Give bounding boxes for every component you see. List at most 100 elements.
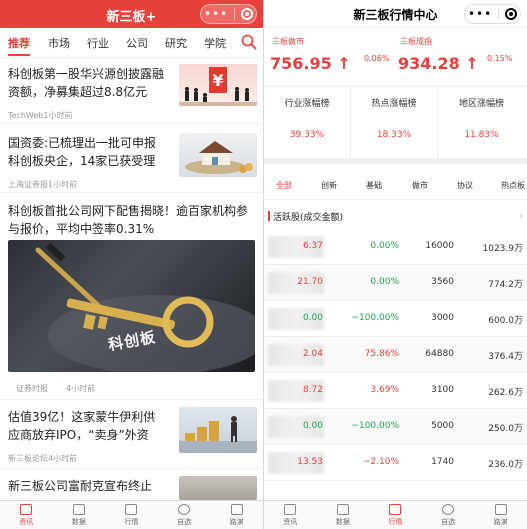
rank-hotspot[interactable]: 热点涨幅榜 18.33% — [351, 87, 438, 159]
news-headline-line-1: 国资委:已梳理出一批可申报 — [8, 136, 157, 150]
top-bar: 新三板行情中心 ••• — [264, 0, 527, 28]
tab-all[interactable]: 全部 — [276, 180, 292, 191]
tab-company[interactable]: 公司 — [126, 35, 148, 51]
nav-label: 自选 — [177, 517, 192, 526]
news-headline-line-1: 估值39亿！这家蒙牛伊利供 — [8, 410, 156, 424]
close-target-icon[interactable] — [505, 8, 518, 20]
tab-agreement[interactable]: 协议 — [457, 180, 473, 191]
nav-news[interactable]: 资讯 — [264, 501, 317, 529]
news-icon — [284, 503, 297, 515]
news-app-screen: 新三板+ ••• 推荐 市场 行业 公司 研究 学院 科创板第一股华兴源创披露融… — [0, 0, 263, 529]
data-icon — [72, 503, 85, 515]
data-icon — [336, 503, 349, 515]
stock-volume: 5000 — [431, 421, 454, 431]
tab-recommend[interactable]: 推荐 — [8, 35, 30, 51]
news-headline-line-2: 资额，净募集超过8.8亿元 — [8, 85, 148, 99]
businessman-coins-image — [179, 416, 257, 453]
stock-change: 0.00% — [370, 277, 399, 287]
stock-row[interactable]: 0.00 −100.00% 5000 250.0万 — [264, 409, 527, 445]
stock-row[interactable]: 13.53 −2.10% 1740 236.0万 — [264, 445, 527, 481]
news-item[interactable]: 科创板第一股华兴源创披露融 资额，净募集超过8.8亿元 TechWeb1小时前 … — [0, 58, 263, 124]
stock-volume: 64880 — [425, 349, 454, 359]
index-value: 756.95 ↑ — [270, 54, 351, 73]
tab-basic[interactable]: 基础 — [366, 180, 382, 191]
svg-text:¥: ¥ — [212, 71, 223, 90]
stock-price: 13.53 — [297, 457, 323, 467]
mini-program-capsule[interactable]: ••• — [200, 4, 257, 24]
search-icon[interactable] — [241, 34, 257, 50]
stock-row[interactable]: 21.70 0.00% 3560 774.2万 — [264, 265, 527, 301]
stock-row[interactable]: 2.04 75.86% 64880 376.4万 — [264, 337, 527, 373]
stock-volume: 16000 — [425, 241, 454, 251]
tab-innovation[interactable]: 创新 — [321, 180, 337, 191]
tab-market-making[interactable]: 做市 — [412, 180, 428, 191]
nav-quotes[interactable]: 行情 — [105, 501, 158, 529]
category-tabs: 推荐 市场 行业 公司 研究 学院 — [0, 28, 263, 58]
stock-row[interactable]: 0.00 −100.00% 3000 600.0万 — [264, 301, 527, 337]
close-target-icon[interactable] — [241, 8, 254, 20]
more-icon[interactable]: ••• — [204, 8, 228, 20]
nav-label: 数据 — [335, 517, 350, 526]
chart-icon — [389, 503, 402, 515]
tab-academy[interactable]: 学院 — [204, 35, 226, 51]
nav-label: 路演 — [229, 517, 244, 526]
person-icon — [442, 503, 455, 515]
nav-data[interactable]: 数据 — [53, 501, 106, 529]
nav-watchlist[interactable]: 自选 — [422, 501, 475, 529]
bottom-nav: 资讯 数据 行情 自选 路演 — [0, 500, 263, 529]
stock-price: 8.72 — [302, 385, 323, 395]
stock-change: 3.69% — [370, 385, 399, 395]
news-headline-line-1: 科创板首批公司网下配售揭晓！逾百家机构参 — [8, 204, 249, 218]
news-thumbnail: ¥ — [179, 64, 257, 106]
index-change: 0.15% — [487, 54, 513, 63]
section-header-active-stocks[interactable]: 活跃股(成交金额) › — [264, 205, 527, 227]
news-item[interactable]: 新三板公司富耐克宣布终止 — [0, 470, 263, 500]
news-headline-line-2: 与报价，平均中签率0.31% — [8, 222, 155, 236]
nav-news[interactable]: 资讯 — [0, 501, 53, 529]
bottom-nav: 资讯 数据 行情 自选 路演 — [264, 500, 527, 529]
stock-amount: 376.4万 — [488, 352, 523, 362]
tab-industry[interactable]: 行业 — [87, 35, 109, 51]
stock-volume: 3000 — [431, 313, 454, 323]
nav-label: 行情 — [124, 517, 139, 526]
news-item-featured[interactable]: 科创板首批公司网下配售揭晓！逾百家机构参 与报价，平均中签率0.31% 科创板 … — [0, 194, 263, 400]
news-item[interactable]: 估值39亿！这家蒙牛伊利供 应商放弃IPO，“卖身”外资 新三板论坛4小时前 — [0, 401, 263, 469]
rank-industry[interactable]: 行业涨幅榜 39.33% — [264, 87, 351, 159]
nav-data[interactable]: 数据 — [317, 501, 370, 529]
news-thumbnail — [179, 476, 257, 500]
house-on-money-image — [185, 141, 253, 174]
rank-title: 热点涨幅榜 — [371, 99, 417, 109]
tab-hot-sectors[interactable]: 热点板 — [501, 180, 525, 191]
rank-value: 18.33% — [376, 130, 412, 140]
rank-region[interactable]: 地区涨幅榜 11.83% — [438, 87, 525, 159]
news-source: 新三板论坛4小时前 — [8, 454, 78, 463]
nav-roadshow[interactable]: 路演 — [474, 501, 527, 529]
nav-label: 路演 — [493, 517, 508, 526]
tab-research[interactable]: 研究 — [165, 35, 187, 51]
active-tab-indicator — [8, 54, 30, 56]
mini-program-capsule[interactable]: ••• — [464, 4, 521, 24]
news-item[interactable]: 国资委:已梳理出一批可申报 科创板央企，14家已获受理 上海证券报1小时前 — [0, 125, 263, 193]
news-thumbnail — [179, 133, 257, 177]
news-icon — [20, 503, 33, 515]
nav-roadshow[interactable]: 路演 — [210, 501, 263, 529]
tab-market[interactable]: 市场 — [48, 35, 70, 51]
stock-price: 21.70 — [297, 277, 323, 287]
stock-row[interactable]: 8.72 3.69% 3100 262.6万 — [264, 373, 527, 409]
nav-label: 自选 — [441, 517, 456, 526]
rank-title: 行业涨幅榜 — [284, 99, 330, 109]
nav-quotes[interactable]: 行情 — [369, 501, 422, 529]
news-headline-line-2: 应商放弃IPO，“卖身”外资 — [8, 428, 149, 442]
news-source: 证券时报 — [16, 384, 48, 393]
stock-change: −2.10% — [362, 457, 399, 467]
stock-amount: 1023.9万 — [482, 244, 524, 254]
news-time: 4小时前 — [66, 384, 96, 393]
stock-change: −100.00% — [351, 421, 399, 431]
chart-icon — [125, 503, 138, 515]
stock-price: 0.00 — [302, 421, 323, 431]
stock-row[interactable]: 6.37 0.00% 16000 1023.9万 — [264, 229, 527, 265]
ranking-row: 行业涨幅榜 39.33% 热点涨幅榜 18.33% 地区涨幅榜 11.83% — [264, 86, 527, 164]
nav-watchlist[interactable]: 自选 — [158, 501, 211, 529]
stock-change: 0.00% — [370, 241, 399, 251]
more-icon[interactable]: ••• — [468, 8, 492, 20]
